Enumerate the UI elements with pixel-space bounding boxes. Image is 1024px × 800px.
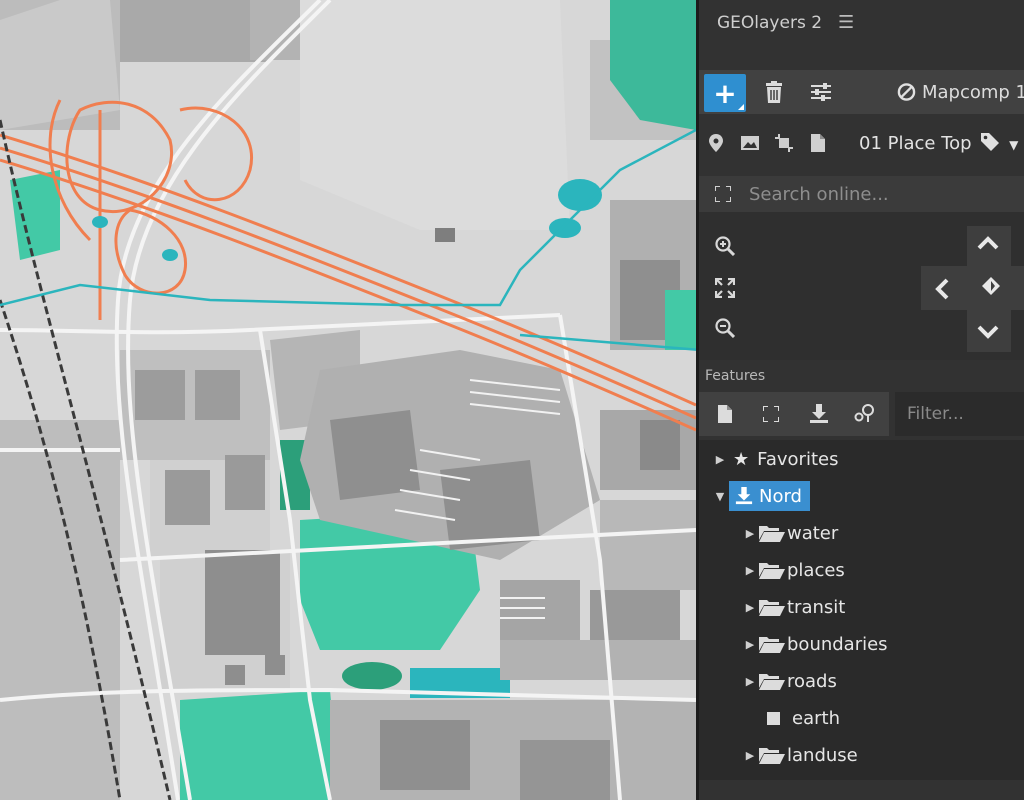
- filter-input[interactable]: [905, 403, 1024, 425]
- expand-icon: [715, 278, 735, 298]
- star-icon: ★: [733, 448, 750, 470]
- tree-item-nord[interactable]: ▼ Nord: [711, 479, 810, 513]
- diamond-arrows-icon: [982, 277, 1000, 295]
- mapcomp-button[interactable]: Mapcomp 1: [897, 70, 1024, 114]
- hamburger-menu-icon[interactable]: ☰: [838, 12, 854, 33]
- search-bar: [699, 176, 1024, 212]
- map-navigation: [699, 212, 1024, 360]
- zoom-out-icon: [715, 318, 735, 338]
- tree-item-label: roads: [787, 670, 837, 692]
- zoom-out-button[interactable]: [711, 314, 739, 342]
- layer-toolbar: 01 Place Top ▼: [699, 124, 1024, 162]
- tree-item-favorites[interactable]: ▶ ★ Favorites: [711, 442, 839, 476]
- tree-item-label: places: [787, 559, 845, 581]
- locate-button[interactable]: [845, 392, 885, 436]
- add-button[interactable]: +: [704, 74, 746, 112]
- no-entry-icon: [897, 83, 916, 101]
- mapcomp-label: Mapcomp 1: [921, 81, 1024, 103]
- pan-left-button[interactable]: [935, 278, 949, 304]
- download-icon: [810, 404, 828, 423]
- features-toolbar: [699, 392, 889, 436]
- tag-icon: [981, 132, 1000, 151]
- fit-extent-button[interactable]: [711, 274, 739, 302]
- folder-icon: [759, 561, 785, 579]
- app-title: GEOlayers 2: [717, 12, 823, 33]
- chevron-left-icon: [935, 278, 949, 300]
- plus-icon: +: [713, 76, 737, 110]
- chevron-up-icon: [977, 236, 999, 250]
- nord-selected[interactable]: Nord: [729, 481, 810, 511]
- panel-title: GEOlayers 2 ☰: [717, 12, 854, 33]
- tree-item-transit[interactable]: ▶ transit: [741, 590, 846, 624]
- document-icon[interactable]: [801, 134, 835, 152]
- map-pin-icon[interactable]: [699, 134, 733, 152]
- feature-tree: ▶ ★ Favorites ▼ Nord ▶ water ▶ places ▶ …: [699, 440, 1024, 780]
- chevron-down-icon: [977, 325, 999, 339]
- expand-arrow-icon[interactable]: ▶: [741, 601, 759, 614]
- zoom-in-button[interactable]: [711, 232, 739, 260]
- pan-center-button[interactable]: [981, 276, 1001, 300]
- sliders-icon: [811, 83, 831, 101]
- tree-item-label: Favorites: [757, 448, 839, 470]
- tree-item-label: boundaries: [787, 633, 888, 655]
- geolayers-panel: GEOlayers 2 ☰ + Mapcomp 1 01 Place Top ▼…: [696, 0, 1024, 800]
- trash-icon: [766, 81, 782, 103]
- folder-icon: [759, 598, 785, 616]
- fullscreen-icon: [763, 406, 779, 422]
- folder-icon: [759, 672, 785, 690]
- image-icon[interactable]: [733, 136, 767, 150]
- search-input[interactable]: [747, 182, 1021, 206]
- download-icon: [735, 487, 753, 505]
- main-toolbar: + Mapcomp 1: [699, 70, 1024, 114]
- new-feature-button[interactable]: [705, 392, 745, 436]
- tree-item-boundaries[interactable]: ▶ boundaries: [741, 627, 888, 661]
- collapse-arrow-icon[interactable]: ▼: [711, 490, 729, 503]
- document-icon: [718, 405, 732, 423]
- zoom-in-icon: [715, 236, 735, 256]
- expand-arrow-icon[interactable]: ▶: [741, 564, 759, 577]
- folder-icon: [759, 524, 785, 542]
- settings-button[interactable]: [803, 70, 839, 114]
- layer-selected: 01 Place Top: [859, 132, 972, 154]
- download-button[interactable]: [799, 392, 839, 436]
- map-canvas[interactable]: [0, 0, 696, 800]
- tree-item-places[interactable]: ▶ places: [741, 553, 845, 587]
- crop-icon[interactable]: [767, 134, 801, 152]
- expand-arrow-icon[interactable]: ▶: [741, 749, 759, 762]
- tree-item-earth[interactable]: earth: [741, 701, 840, 735]
- tree-item-water[interactable]: ▶ water: [741, 516, 839, 550]
- folder-icon: [759, 635, 785, 653]
- folder-icon: [759, 746, 785, 764]
- tree-item-landuse[interactable]: ▶ landuse: [741, 738, 858, 772]
- map-svg: [0, 0, 696, 800]
- filter-bar: [895, 392, 1024, 436]
- square-icon: [767, 711, 780, 725]
- tree-item-label: transit: [787, 596, 846, 618]
- expand-arrow-icon[interactable]: ▶: [711, 453, 729, 466]
- tree-item-label: water: [787, 522, 839, 544]
- tree-item-label: Nord: [759, 485, 802, 507]
- fullscreen-icon: [699, 186, 747, 202]
- layer-selector[interactable]: 01 Place Top ▼: [859, 132, 1019, 154]
- chevron-down-icon: ▼: [1009, 137, 1019, 152]
- frame-button[interactable]: [751, 392, 791, 436]
- delete-button[interactable]: [757, 70, 791, 114]
- pan-down-button[interactable]: [977, 324, 999, 343]
- tree-item-roads[interactable]: ▶ roads: [741, 664, 837, 698]
- expand-arrow-icon[interactable]: ▶: [741, 527, 759, 540]
- expand-arrow-icon[interactable]: ▶: [741, 638, 759, 651]
- expand-arrow-icon[interactable]: ▶: [741, 675, 759, 688]
- tree-item-label: landuse: [787, 744, 858, 766]
- pan-up-button[interactable]: [977, 234, 999, 255]
- tree-item-label: earth: [792, 707, 840, 729]
- pins-icon: [854, 404, 874, 422]
- features-label: Features: [705, 368, 766, 384]
